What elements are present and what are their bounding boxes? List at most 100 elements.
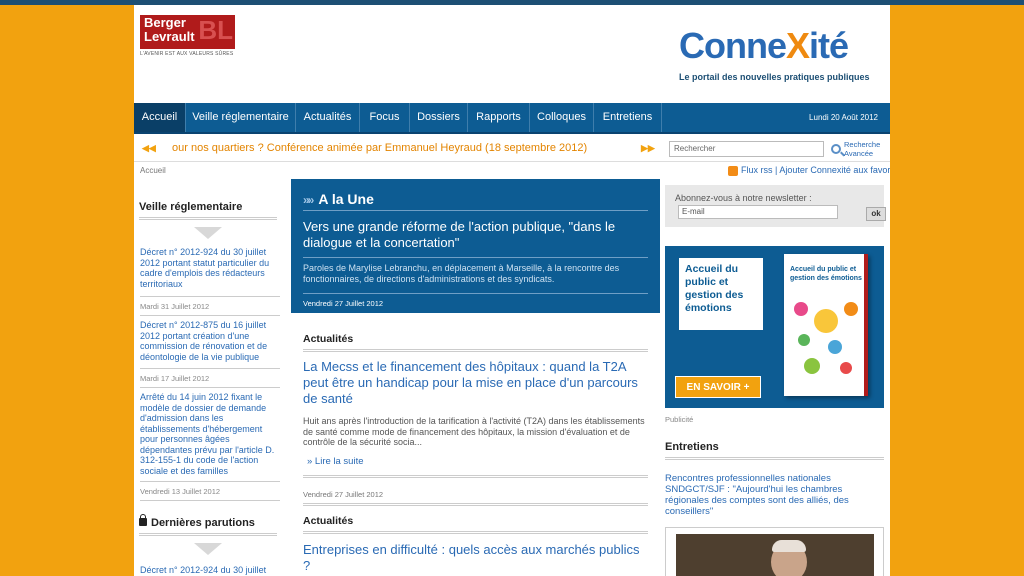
video-thumbnail[interactable] <box>665 527 884 576</box>
article-headline[interactable]: La Mecss et le financement des hôpitaux … <box>303 359 648 407</box>
logo-mark: BL <box>198 15 233 45</box>
section-title-parutions: Dernières parutions <box>151 517 255 529</box>
nav-entretiens[interactable]: Entretiens <box>594 103 662 132</box>
ticker-text[interactable]: our nos quartiers ? Conférence animée pa… <box>172 142 632 154</box>
nav-rapports[interactable]: Rapports <box>468 103 530 132</box>
logo-part: ité <box>809 25 849 66</box>
rss-favorites-links[interactable]: Flux rss | Ajouter Connexité aux favoris <box>741 165 890 175</box>
newsletter-submit-button[interactable]: ok <box>866 207 886 221</box>
veille-item-2[interactable]: Décret n° 2012-875 du 16 juillet 2012 po… <box>140 320 280 362</box>
breadcrumb-row: Accueil Flux rss | Ajouter Connexité aux… <box>134 163 890 179</box>
emoji-icon <box>840 362 852 374</box>
article-excerpt: Huit ans après l'introduction de la tari… <box>303 416 645 447</box>
a-la-une-block: »» A la Une Vers une grande réforme de l'… <box>291 179 660 313</box>
right-column: Abonnez-vous à notre newsletter : E-mail… <box>660 179 890 576</box>
nav-actualites[interactable]: Actualités <box>296 103 360 132</box>
section-rule <box>303 503 648 506</box>
newsletter-box: Abonnez-vous à notre newsletter : E-mail… <box>665 185 886 227</box>
learn-more-button[interactable]: EN SAVOIR + <box>675 376 761 398</box>
nav-veille[interactable]: Veille réglementaire <box>186 103 296 132</box>
divider <box>140 481 280 482</box>
emoji-icon <box>844 302 858 316</box>
header: Berger Levrault BL L'AVENIR EST AUX VALE… <box>134 5 890 103</box>
divider <box>140 387 280 388</box>
logo-line2: Levrault <box>144 29 195 44</box>
ad-headline: Accueil du public et gestion des émotion… <box>679 258 763 330</box>
article-category: Actualités <box>303 515 354 527</box>
double-arrow-icon: »» <box>303 193 314 207</box>
section-rule <box>139 533 277 536</box>
logo-part: Conne <box>679 25 787 66</box>
veille-date-2: Mardi 17 Juillet 2012 <box>140 374 210 383</box>
a-la-une-label: A la Une <box>318 191 374 207</box>
divider <box>140 296 280 297</box>
ticker-prev-icon[interactable]: ◀◀ <box>142 143 156 154</box>
nav-focus[interactable]: Focus <box>360 103 410 132</box>
emoji-icon <box>798 334 810 346</box>
entretien-link[interactable]: Rencontres professionnelles nationales S… <box>665 473 875 517</box>
connexite-logo[interactable]: ConneXité <box>679 25 849 66</box>
une-description: Paroles de Marylise Lebranchu, en déplac… <box>303 263 620 284</box>
a-la-une-title: »» A la Une <box>303 191 374 207</box>
article-headline[interactable]: Entreprises en difficulté : quels accès … <box>303 542 648 574</box>
veille-date-1: Mardi 31 Juillet 2012 <box>140 302 210 311</box>
search-input[interactable]: Rechercher <box>669 141 824 157</box>
logo-x: X <box>786 25 810 66</box>
une-headline[interactable]: Vers une grande réforme de l'action publ… <box>303 219 648 251</box>
veille-item-1[interactable]: Décret n° 2012-924 du 30 juillet 2012 po… <box>140 247 280 289</box>
advanced-search-line2: Avancée <box>844 149 874 158</box>
newsletter-label: Abonnez-vous à notre newsletter : <box>675 193 812 203</box>
chevron-down-icon <box>134 227 291 241</box>
section-rule <box>303 349 648 352</box>
section-rule <box>303 531 648 534</box>
advertisement[interactable]: Accueil du public et gestion des émotion… <box>665 246 884 408</box>
email-field[interactable]: E-mail <box>678 205 838 219</box>
emoji-icon <box>794 302 808 316</box>
une-date: Vendredi 27 Juillet 2012 <box>303 299 384 308</box>
nav-accueil[interactable]: Accueil <box>134 103 186 132</box>
current-date: Lundi 20 Août 2012 <box>809 113 878 122</box>
advanced-search-link[interactable]: Recherche Avancée <box>844 140 880 158</box>
ticker-next-icon[interactable]: ▶▶ <box>641 143 655 154</box>
emoji-icon <box>828 340 842 354</box>
logo-tagline: L'AVENIR EST AUX VALEURS SÛRES <box>140 51 234 57</box>
berger-levrault-logo[interactable]: Berger Levrault BL <box>140 15 235 49</box>
site-tagline: Le portail des nouvelles pratiques publi… <box>679 72 870 82</box>
video-frame <box>676 534 874 576</box>
rss-icon[interactable] <box>728 166 738 176</box>
book-title: Accueil du public et gestion des émotion… <box>790 266 862 282</box>
veille-date-3: Vendredi 13 Juillet 2012 <box>140 487 221 496</box>
lock-icon <box>139 514 147 526</box>
nav-dossiers[interactable]: Dossiers <box>410 103 468 132</box>
logo-line1: Berger <box>144 15 186 30</box>
advanced-search-line1: Recherche <box>844 140 881 149</box>
divider <box>140 368 280 369</box>
speaker-hair <box>772 540 806 552</box>
section-rule <box>665 457 884 460</box>
read-more-link[interactable]: » Lire la suite <box>307 456 364 467</box>
book-cover: Accueil du public et gestion des émotion… <box>784 254 868 396</box>
article-date: Vendredi 27 Juillet 2012 <box>303 490 384 499</box>
search-icon[interactable] <box>831 144 841 154</box>
main-nav: Accueil Veille réglementaire Actualités … <box>134 103 890 134</box>
chevron-down-icon <box>134 543 291 557</box>
divider <box>140 315 280 316</box>
breadcrumb[interactable]: Accueil <box>140 166 166 175</box>
page: Berger Levrault BL L'AVENIR EST AUX VALE… <box>134 5 890 576</box>
entretiens-title: Entretiens <box>665 441 719 453</box>
nav-colloques[interactable]: Colloques <box>530 103 594 132</box>
ad-caption: Publicité <box>665 415 694 424</box>
section-title-veille: Veille réglementaire <box>139 201 243 213</box>
section-rule <box>303 475 648 478</box>
main-column: »» A la Une Vers une grande réforme de l'… <box>291 179 660 576</box>
une-rule <box>303 293 648 294</box>
une-rule <box>303 257 648 258</box>
left-column: Veille réglementaire Décret n° 2012-924 … <box>134 179 291 576</box>
une-rule <box>303 210 648 211</box>
veille-item-3[interactable]: Arrêté du 14 juin 2012 fixant le modèle … <box>140 392 280 476</box>
parution-item-1[interactable]: Décret n° 2012-924 du 30 juillet 2012 po… <box>140 565 280 576</box>
emoji-icon <box>814 309 838 333</box>
emoji-icon <box>804 358 820 374</box>
section-rule <box>139 217 277 220</box>
divider <box>140 500 280 501</box>
